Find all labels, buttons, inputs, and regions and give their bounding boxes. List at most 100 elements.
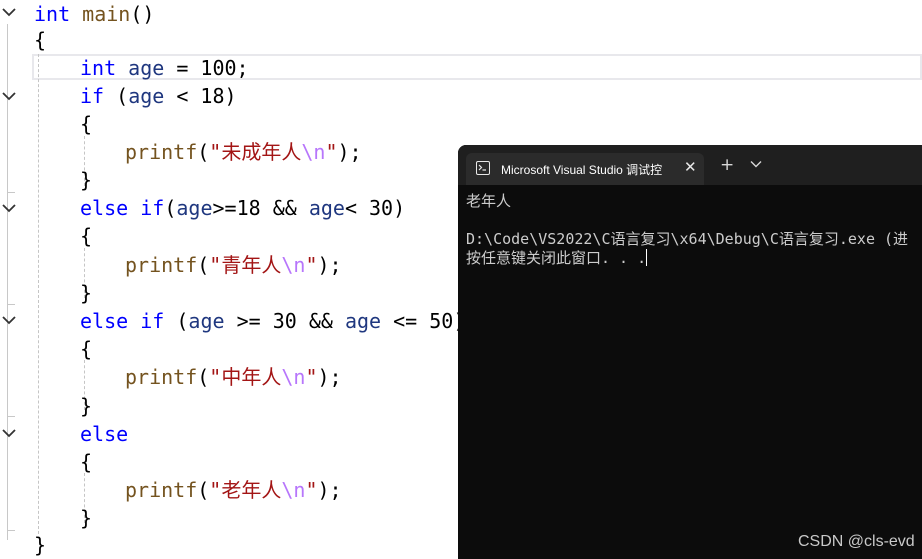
terminal-output-line: 老年人	[466, 192, 512, 210]
code-line[interactable]: int main()	[34, 0, 154, 28]
code-token: age	[308, 196, 345, 220]
code-token: age	[188, 309, 225, 333]
code-line[interactable]: }	[34, 531, 46, 559]
code-line[interactable]: {	[80, 110, 92, 138]
code-token: }	[80, 394, 93, 418]
fold-chevron-down-icon[interactable]	[1, 88, 17, 104]
code-token: "青年人	[209, 253, 282, 277]
code-token: if	[80, 84, 105, 108]
code-token: printf	[125, 478, 198, 502]
code-token: );	[317, 478, 342, 502]
code-token: (	[197, 253, 210, 277]
code-line[interactable]: {	[80, 335, 92, 363]
fold-chevron-down-icon[interactable]	[1, 4, 17, 20]
code-line[interactable]: {	[34, 26, 46, 54]
fold-end-marker	[7, 192, 15, 193]
code-token: age	[128, 56, 165, 80]
code-token: }	[80, 506, 93, 530]
fold-chevron-down-icon[interactable]	[1, 200, 17, 216]
terminal-prompt-text: 按任意键关闭此窗口. . .	[466, 249, 647, 267]
code-token: {	[80, 112, 93, 136]
code-token: {	[80, 224, 93, 248]
fold-chevron-down-icon[interactable]	[1, 425, 17, 441]
close-icon[interactable]: ✕	[684, 158, 697, 176]
code-token: < 18)	[164, 84, 237, 108]
code-token: else	[80, 422, 129, 446]
code-token: {	[34, 28, 47, 52]
code-token: (	[164, 196, 177, 220]
code-token: age	[176, 196, 213, 220]
code-token: if	[140, 196, 165, 220]
code-token: age	[344, 309, 382, 333]
code-token: );	[317, 253, 342, 277]
terminal-titlebar: Microsoft Visual Studio 调试控 ✕ +	[458, 145, 922, 185]
terminal-output: 老年人​D:\Code\VS2022\C语言复习\x64\Debug\C语言复习…	[466, 192, 922, 268]
code-token: );	[337, 140, 362, 164]
code-token: age	[128, 84, 165, 108]
code-line[interactable]: printf("老年人\n");	[125, 476, 342, 504]
code-token: int	[34, 2, 71, 26]
code-line[interactable]: }	[80, 166, 92, 194]
code-token: );	[317, 365, 342, 389]
fold-end-marker	[7, 304, 15, 305]
code-token: "	[325, 140, 338, 164]
indent-guide	[38, 54, 39, 534]
code-token: <= 50)	[381, 309, 466, 333]
code-token: ()	[130, 2, 155, 26]
code-line[interactable]: {	[80, 448, 92, 476]
code-token: (	[197, 365, 210, 389]
add-tab-button[interactable]: +	[720, 155, 734, 175]
code-line[interactable]: else if (age >= 30 && age <= 50)	[80, 307, 465, 335]
code-token: = 100;	[164, 56, 249, 80]
terminal-output-line: ​	[466, 211, 922, 230]
code-token: printf	[125, 140, 198, 164]
watermark: CSDN @cls-evd	[798, 533, 915, 550]
code-line[interactable]: }	[80, 392, 92, 420]
code-token: else	[80, 196, 129, 220]
code-token: (	[104, 84, 129, 108]
code-line[interactable]: else	[80, 420, 128, 448]
code-token: "	[305, 478, 318, 502]
debug-console-window[interactable]: Microsoft Visual Studio 调试控 ✕ + 老年人​D:\C…	[458, 145, 922, 559]
fold-end-marker	[7, 530, 15, 531]
code-line[interactable]: else if(age>=18 && age< 30)	[80, 194, 405, 222]
code-line[interactable]: }	[80, 279, 92, 307]
code-token: printf	[125, 365, 198, 389]
code-token: else	[80, 309, 129, 333]
console-icon	[476, 161, 490, 175]
code-line[interactable]: {	[80, 222, 92, 250]
code-token: if	[140, 309, 165, 333]
code-token: >=18 &&	[212, 196, 309, 220]
code-token: printf	[125, 253, 198, 277]
code-line[interactable]: printf("中年人\n");	[125, 363, 342, 391]
fold-end-marker	[7, 416, 15, 417]
code-token: }	[80, 168, 93, 192]
text-caret	[646, 249, 648, 266]
code-token: (	[164, 309, 189, 333]
code-token: \n	[281, 365, 306, 389]
code-token: {	[80, 337, 93, 361]
code-token: (	[197, 140, 210, 164]
code-token: \n	[281, 253, 306, 277]
code-line[interactable]: printf("未成年人\n");	[125, 138, 362, 166]
fold-chevron-down-icon[interactable]	[1, 312, 17, 328]
code-token: "中年人	[209, 365, 282, 389]
terminal-tab[interactable]: Microsoft Visual Studio 调试控 ✕	[466, 153, 704, 185]
terminal-output-line: D:\Code\VS2022\C语言复习\x64\Debug\C语言复习.exe…	[466, 230, 909, 248]
code-line[interactable]: int age = 100;	[80, 54, 249, 82]
code-line[interactable]: }	[80, 504, 92, 532]
code-token: \n	[301, 140, 326, 164]
code-token: }	[34, 533, 47, 557]
code-token: "	[305, 365, 318, 389]
code-line[interactable]: printf("青年人\n");	[125, 251, 342, 279]
code-token: }	[80, 281, 93, 305]
code-token: \n	[281, 478, 306, 502]
code-line[interactable]: if (age < 18)	[80, 82, 237, 110]
code-token: int	[80, 56, 117, 80]
chevron-down-icon[interactable]	[750, 160, 762, 168]
code-token: "老年人	[209, 478, 282, 502]
code-token: (	[197, 478, 210, 502]
